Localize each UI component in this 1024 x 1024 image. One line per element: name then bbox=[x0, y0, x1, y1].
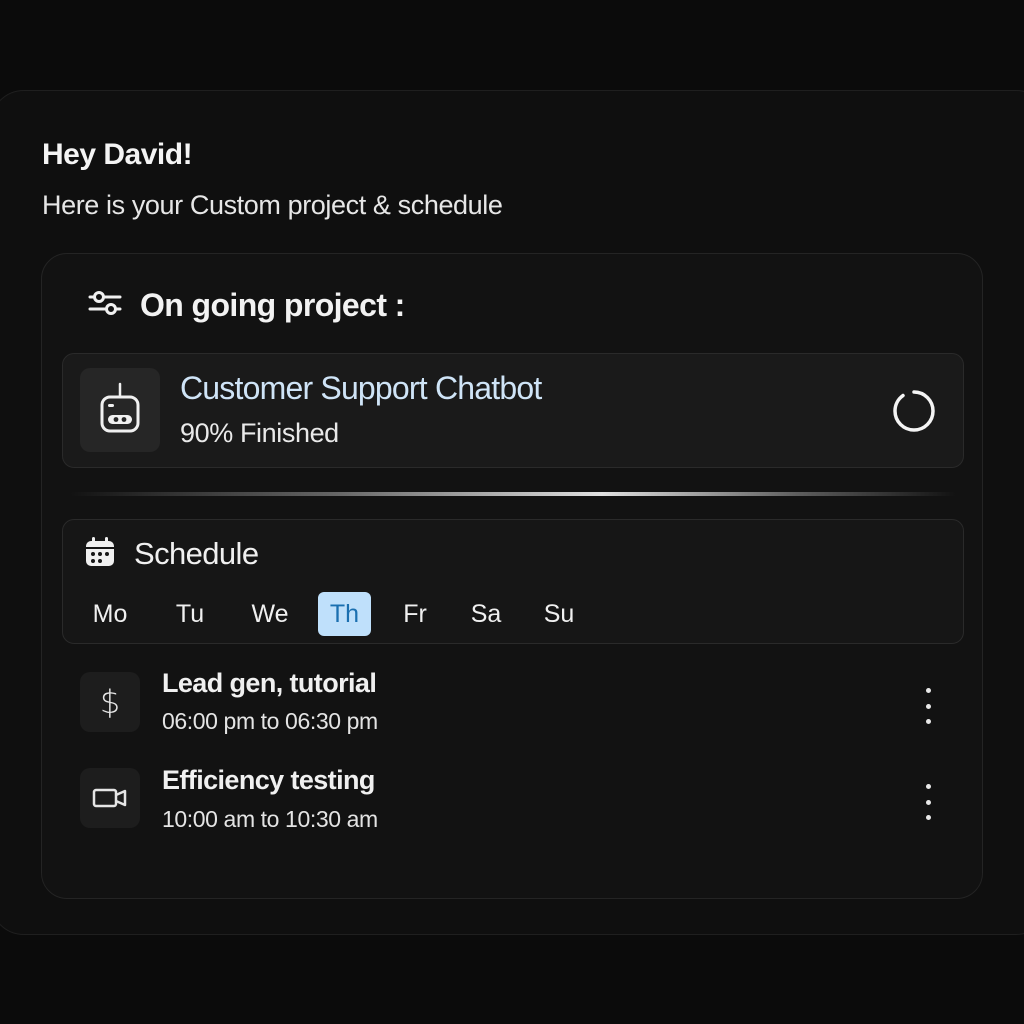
event-title[interactable]: Efficiency testing bbox=[162, 765, 375, 796]
robot-icon bbox=[80, 368, 160, 452]
section-divider bbox=[70, 492, 956, 496]
day-thursday[interactable]: Th bbox=[318, 592, 371, 636]
day-saturday[interactable]: Sa bbox=[462, 592, 510, 636]
event-more-options-icon[interactable] bbox=[916, 688, 940, 724]
day-monday[interactable]: Mo bbox=[84, 592, 136, 636]
dollar-icon: $ bbox=[80, 672, 140, 732]
greeting-title: Hey David! bbox=[42, 138, 193, 171]
ongoing-project-title: On going project : bbox=[140, 286, 405, 323]
day-wednesday[interactable]: We bbox=[243, 592, 297, 636]
video-camera-icon bbox=[80, 768, 140, 828]
project-name[interactable]: Customer Support Chatbot bbox=[180, 370, 542, 407]
loading-ring-icon bbox=[891, 388, 937, 434]
event-more-options-icon[interactable] bbox=[916, 784, 940, 820]
sliders-icon bbox=[88, 288, 122, 323]
schedule-title: Schedule bbox=[134, 536, 259, 571]
day-friday[interactable]: Fr bbox=[392, 592, 438, 636]
calendar-icon bbox=[84, 536, 116, 573]
greeting-subtitle: Here is your Custom project & schedule bbox=[42, 190, 503, 220]
event-time: 06:00 pm to 06:30 pm bbox=[162, 708, 378, 734]
event-time: 10:00 am to 10:30 am bbox=[162, 806, 378, 832]
day-tuesday[interactable]: Tu bbox=[165, 592, 215, 636]
project-progress-text: 90% Finished bbox=[180, 418, 339, 448]
ongoing-project-header: On going project : bbox=[88, 282, 405, 328]
schedule-header: Schedule bbox=[84, 532, 259, 576]
event-title[interactable]: Lead gen, tutorial bbox=[162, 668, 377, 699]
day-sunday[interactable]: Su bbox=[535, 592, 583, 636]
